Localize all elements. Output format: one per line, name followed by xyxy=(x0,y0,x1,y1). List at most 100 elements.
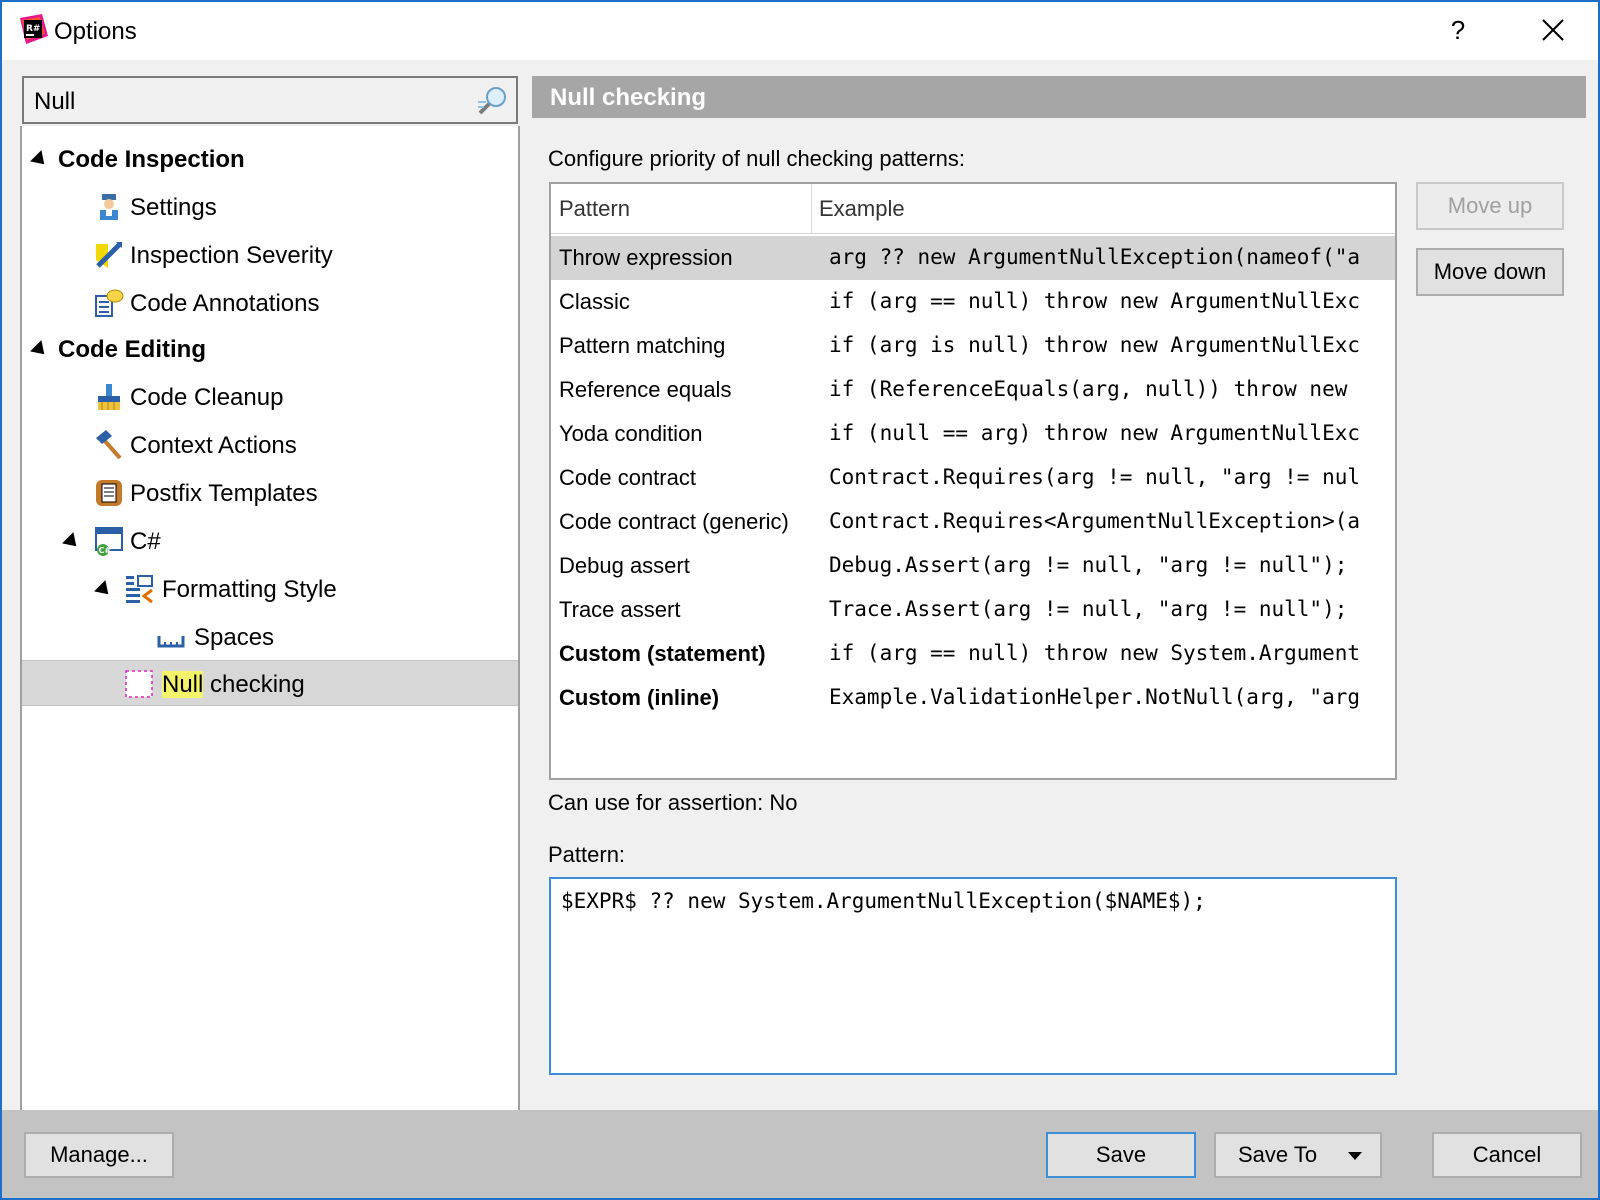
tree-item-spaces[interactable]: Spaces xyxy=(22,614,518,660)
expanded-arrow-icon[interactable] xyxy=(94,580,114,600)
example-cell: Debug.Assert(arg != null, "arg != null")… xyxy=(829,553,1348,577)
column-divider[interactable] xyxy=(811,184,812,234)
example-cell: if (arg is null) throw new ArgumentNullE… xyxy=(829,333,1361,357)
table-row[interactable]: Debug assert Debug.Assert(arg != null, "a… xyxy=(551,544,1395,588)
search-match-highlight: Null xyxy=(162,671,204,698)
pattern-cell: Pattern matching xyxy=(559,333,726,358)
manage-button[interactable]: Manage... xyxy=(24,1132,174,1178)
tree-item-label: Code Editing xyxy=(58,336,206,363)
expanded-arrow-icon[interactable] xyxy=(30,340,50,360)
example-cell: arg ?? new ArgumentNullException(nameof(… xyxy=(829,245,1361,269)
hammer-icon xyxy=(96,430,122,460)
tree-item-label: C# xyxy=(130,528,161,555)
example-cell: if (ReferenceEquals(arg, null)) throw ne… xyxy=(829,377,1348,401)
tree-item-label: Spaces xyxy=(194,624,275,651)
pattern-cell: Throw expression xyxy=(559,245,733,270)
close-button[interactable] xyxy=(1530,10,1576,50)
spaces-icon xyxy=(157,636,185,648)
panel-header: Null checking xyxy=(532,76,1586,118)
pattern-cell: Yoda condition xyxy=(559,421,703,446)
tree-item-code-cleanup[interactable]: Code Cleanup xyxy=(22,374,518,420)
example-cell: Example.ValidationHelper.NotNull(arg, "a… xyxy=(829,685,1361,709)
pattern-cell: Code contract (generic) xyxy=(559,509,789,534)
broom-icon xyxy=(98,384,120,410)
pattern-value: $EXPR$ ?? new System.ArgumentNullExcepti… xyxy=(561,889,1206,913)
pattern-cell: Code contract xyxy=(559,465,696,490)
table-row[interactable]: Classic if (arg == null) throw new Argume… xyxy=(551,280,1395,324)
search-value: Null xyxy=(34,88,76,115)
table-header: Pattern Example xyxy=(551,184,1395,234)
tree-item-context-actions[interactable]: Context Actions xyxy=(22,422,518,468)
tree-item-label: Context Actions xyxy=(130,432,297,459)
tree-item-label: Formatting Style xyxy=(162,576,337,603)
pattern-cell: Custom (inline) xyxy=(559,685,720,710)
example-cell: if (arg == null) throw new System.Argume… xyxy=(829,641,1361,665)
options-tree: Code Inspection Settings Inspection Seve… xyxy=(20,126,520,1152)
inspection-severity-icon xyxy=(96,242,122,268)
example-cell: Contract.Requires(arg != null, "arg != n… xyxy=(829,465,1361,489)
table-row[interactable]: Code contract (generic) Contract.Requires… xyxy=(551,500,1395,544)
tree-item-label: Code Inspection xyxy=(58,146,245,173)
tree-item-inspection-severity[interactable]: Inspection Severity xyxy=(22,232,518,278)
example-cell: if (arg == null) throw new ArgumentNullE… xyxy=(829,289,1361,313)
tree-item-label: Code Annotations xyxy=(130,290,320,317)
pattern-cell: Classic xyxy=(559,289,630,314)
tree-item-postfix-templates[interactable]: Postfix Templates xyxy=(22,470,518,516)
tree-item-csharp[interactable]: C# C# xyxy=(22,518,518,564)
settings-user-icon xyxy=(100,194,118,220)
expanded-arrow-icon[interactable] xyxy=(30,150,50,170)
example-cell: if (null == arg) throw new ArgumentNullE… xyxy=(829,421,1361,445)
assertion-label: Can use for assertion: No xyxy=(548,790,798,815)
table-row[interactable]: Code contract Contract.Requires(arg != nu… xyxy=(551,456,1395,500)
window-title: Options xyxy=(54,18,137,45)
resharper-logo-icon: R# xyxy=(20,14,48,44)
expanded-arrow-icon[interactable] xyxy=(62,532,82,552)
empty-placeholder-icon xyxy=(125,670,153,698)
pattern-cell: Custom (statement) xyxy=(559,641,766,666)
pattern-label: Pattern: xyxy=(548,842,626,867)
pattern-cell: Reference equals xyxy=(559,377,732,402)
search-icon[interactable] xyxy=(476,84,510,118)
table-row[interactable]: Custom (statement) if (arg == null) throw… xyxy=(551,632,1395,676)
dropdown-arrow-icon[interactable] xyxy=(1348,1152,1362,1160)
example-cell: Trace.Assert(arg != null, "arg != null")… xyxy=(829,597,1348,621)
dialog-content: Null Code Inspection Settings Inspection… xyxy=(2,60,1598,1152)
table-row[interactable]: Yoda condition if (null == arg) throw new… xyxy=(551,412,1395,456)
close-icon xyxy=(1542,19,1564,41)
example-cell: Contract.Requires<ArgumentNullException>… xyxy=(829,509,1361,533)
move-down-button[interactable]: Move down xyxy=(1416,248,1564,296)
tree-item-formatting-style[interactable]: Formatting Style xyxy=(22,566,518,612)
tree-item-code-inspection[interactable]: Code Inspection xyxy=(22,136,518,182)
code-annotations-icon xyxy=(95,289,124,317)
save-to-button[interactable]: Save To xyxy=(1214,1132,1382,1178)
table-row[interactable]: Throw expression arg ?? new ArgumentNullE… xyxy=(551,236,1395,280)
table-row[interactable]: Custom (inline) Example.ValidationHelper.… xyxy=(551,676,1395,720)
save-to-label: Save To xyxy=(1238,1142,1318,1167)
table-row[interactable]: Trace assert Trace.Assert(arg != null, "a… xyxy=(551,588,1395,632)
cancel-button[interactable]: Cancel xyxy=(1432,1132,1582,1178)
csharp-file-icon: C# xyxy=(95,527,123,556)
tree-item-null-checking[interactable]: Null checking xyxy=(22,660,518,706)
options-dialog: R# Options ? Null Code Inspection Settin… xyxy=(0,0,1600,1200)
tree-item-code-editing[interactable]: Code Editing xyxy=(22,326,518,372)
help-button[interactable]: ? xyxy=(1438,10,1478,50)
title-bar: R# Options ? xyxy=(2,2,1598,60)
tree-item-label: Inspection Severity xyxy=(130,242,333,269)
dialog-footer: Manage... Save Save To Cancel xyxy=(2,1110,1598,1198)
column-header-pattern[interactable]: Pattern xyxy=(559,196,630,222)
column-header-example[interactable]: Example xyxy=(819,196,905,222)
svg-text:R#: R# xyxy=(26,24,40,34)
search-input[interactable]: Null xyxy=(22,76,518,124)
pattern-cell: Trace assert xyxy=(559,597,681,622)
formatting-style-icon xyxy=(126,575,153,604)
pattern-editor[interactable]: $EXPR$ ?? new System.ArgumentNullExcepti… xyxy=(549,877,1397,1075)
tree-item-code-annotations[interactable]: Code Annotations xyxy=(22,280,518,326)
table-row[interactable]: Reference equals if (ReferenceEquals(arg,… xyxy=(551,368,1395,412)
postfix-templates-icon xyxy=(96,480,122,506)
tree-item-label: Null checking xyxy=(162,671,305,699)
table-row[interactable]: Pattern matching if (arg is null) throw n… xyxy=(551,324,1395,368)
save-button[interactable]: Save xyxy=(1046,1132,1196,1178)
move-up-button[interactable]: Move up xyxy=(1416,182,1564,230)
tree-item-settings[interactable]: Settings xyxy=(22,184,518,230)
tree-item-label: Code Cleanup xyxy=(130,384,284,411)
